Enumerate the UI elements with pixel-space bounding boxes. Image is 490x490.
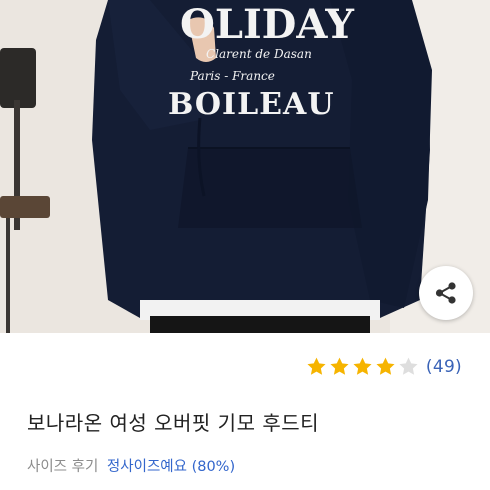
print-line3: Paris - France xyxy=(189,69,275,83)
print-line1: OLIDAY xyxy=(180,1,354,48)
size-review: 사이즈 후기 정사이즈예요 (80%) xyxy=(27,455,235,476)
share-button[interactable] xyxy=(419,266,473,320)
star-icon xyxy=(307,357,326,375)
hoodie-photo: OLIDAY Clarent de Dasan Paris - France B… xyxy=(0,0,490,333)
size-review-value: 정사이즈예요 (80%) xyxy=(106,459,236,475)
star-icon xyxy=(376,357,395,375)
product-title[interactable]: 보나라온 여성 오버핏 기모 후드티 xyxy=(27,407,319,436)
review-count[interactable]: (49) xyxy=(426,357,462,377)
star-icon xyxy=(399,357,418,375)
star-rating xyxy=(306,356,421,377)
rating[interactable]: (49) xyxy=(306,356,462,377)
print-line4: BOILEAU xyxy=(168,87,334,122)
share-icon xyxy=(435,282,456,304)
star-icon xyxy=(330,357,349,375)
size-review-label: 사이즈 후기 xyxy=(27,459,99,475)
print-line2: Clarent de Dasan xyxy=(206,47,312,61)
product-info: (49) 보나라온 여성 오버핏 기모 후드티 사이즈 후기 정사이즈예요 (8… xyxy=(0,333,490,490)
product-image[interactable]: OLIDAY Clarent de Dasan Paris - France B… xyxy=(0,0,490,333)
star-icon xyxy=(353,357,372,375)
